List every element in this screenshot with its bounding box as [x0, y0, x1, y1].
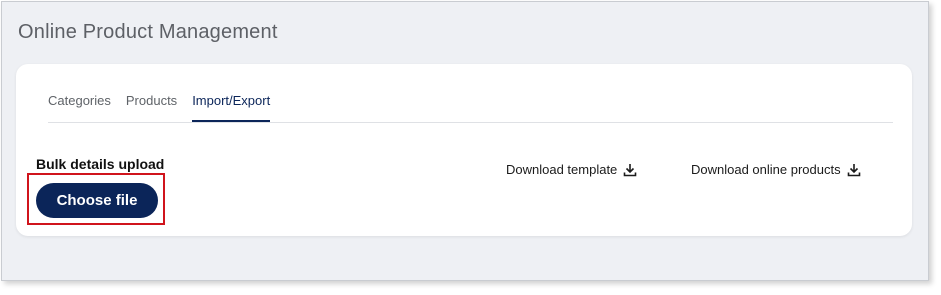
bulk-upload-title: Bulk details upload	[36, 156, 165, 172]
tab-products[interactable]: Products	[126, 92, 177, 122]
page-title: Online Product Management	[18, 21, 278, 43]
tab-import-export[interactable]: Import/Export	[192, 92, 271, 122]
choose-file-button[interactable]: Choose file	[36, 183, 158, 218]
download-online-products-link[interactable]: Download online products	[691, 162, 861, 177]
content-card: Categories Products Import/Export Bulk d…	[16, 64, 912, 236]
download-template-label: Download template	[506, 162, 618, 177]
download-icon	[623, 163, 637, 176]
download-online-products-label: Download online products	[691, 162, 841, 177]
download-template-link[interactable]: Download template	[506, 162, 637, 177]
window-frame: Online Product Management Categories Pro…	[1, 1, 929, 281]
tab-categories[interactable]: Categories	[48, 92, 111, 122]
tab-bar: Categories Products Import/Export	[48, 92, 893, 123]
download-icon	[847, 163, 860, 176]
